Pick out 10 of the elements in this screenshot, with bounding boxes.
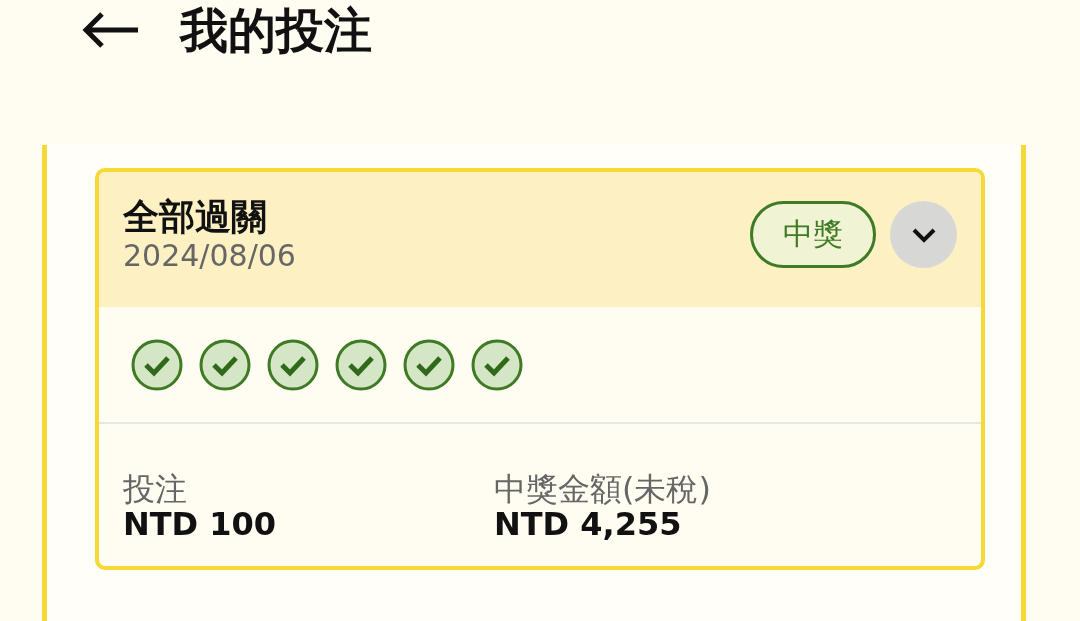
bet-date: 2024/08/06 (123, 238, 297, 275)
stake-value: NTD 100 (123, 507, 278, 543)
chevron-down-icon (910, 226, 937, 243)
page-title: 我的投注 (180, 6, 372, 54)
payout-label: 中獎金額(未稅) (494, 472, 711, 508)
stake-label: 投注 (123, 472, 188, 508)
payout-value: NTD 4,255 (494, 507, 683, 543)
bet-type-title: 全部過關 (123, 194, 268, 239)
status-badge: 中獎 (750, 201, 876, 268)
back-arrow-icon[interactable] (82, 12, 140, 48)
